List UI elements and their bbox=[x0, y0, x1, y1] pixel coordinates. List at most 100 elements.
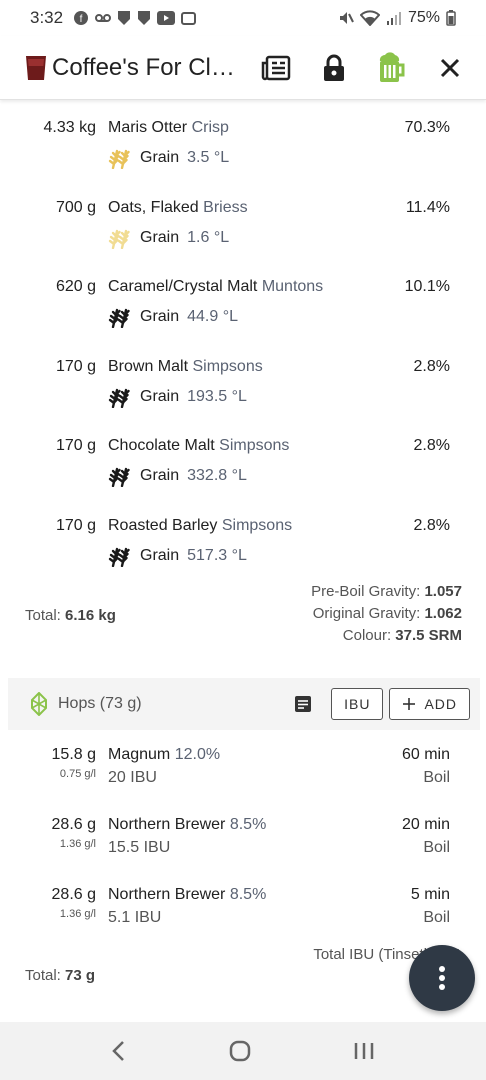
plus-icon bbox=[403, 698, 416, 710]
fermentable-row[interactable]: 620 g Caramel/Crystal Malt Muntons 10.1% Gr… bbox=[0, 278, 486, 348]
fermentable-type: Grain bbox=[140, 308, 180, 325]
hop-ibu: 15.5 IBU bbox=[108, 839, 171, 856]
mute-icon bbox=[339, 12, 354, 24]
recipe-content: 4.33 kg Maris Otter Crisp 70.3% Grain 3.5 °L… bbox=[0, 101, 486, 1022]
fermentable-name: Chocolate Malt Simpsons bbox=[108, 437, 290, 454]
fermentable-row[interactable]: 700 g Oats, Flaked Briess 11.4% Grain 1.6 °L bbox=[0, 199, 486, 269]
hop-use: Boil bbox=[423, 909, 450, 926]
home-icon[interactable] bbox=[229, 1040, 251, 1062]
fermentable-amount: 700 g bbox=[55, 198, 96, 216]
fermentable-amount: 4.33 kg bbox=[43, 119, 96, 136]
hop-alpha: 12.0% bbox=[174, 746, 221, 763]
hop-name: Magnum 12.0% bbox=[108, 746, 221, 763]
beer-button[interactable] bbox=[376, 51, 408, 84]
fermentable-row[interactable]: 170 g Brown Malt Simpsons 2.8% Grain 193.5 °… bbox=[0, 358, 486, 428]
fermentable-supplier: Briess bbox=[203, 198, 248, 216]
fermentable-details: Grain 44.9 °L bbox=[108, 306, 238, 328]
fermentable-supplier: Crisp bbox=[191, 119, 229, 136]
back-icon[interactable] bbox=[111, 1040, 127, 1062]
close-button[interactable] bbox=[434, 52, 466, 84]
facebook-icon: f bbox=[74, 11, 89, 25]
fermentable-color: 332.8 °L bbox=[187, 467, 247, 484]
fermentable-type: Grain bbox=[140, 387, 180, 405]
more-vert-icon bbox=[439, 966, 445, 990]
battery-percent: 75% bbox=[407, 9, 440, 26]
fermentable-amount: 620 g bbox=[55, 278, 96, 295]
hops-total: Total: 73 g bbox=[25, 967, 96, 984]
hop-alpha: 8.5% bbox=[229, 886, 267, 903]
fermentable-name: Caramel/Crystal Malt Muntons bbox=[108, 278, 324, 295]
hop-amount: 15.8 g bbox=[51, 746, 96, 763]
fermentable-name: Roasted Barley Simpsons bbox=[108, 516, 293, 534]
app-bar: Coffee's For Cl… bbox=[0, 36, 486, 100]
status-bar: 3:32 f 75% bbox=[0, 0, 486, 36]
fermentable-name: Brown Malt Simpsons bbox=[108, 357, 263, 375]
fermentable-percent: 2.8% bbox=[413, 516, 450, 534]
fermentable-color: 517.3 °L bbox=[187, 546, 247, 564]
close-icon bbox=[440, 58, 460, 77]
add-hop-button[interactable]: ADD bbox=[389, 688, 470, 720]
status-time: 3:32 bbox=[30, 8, 64, 27]
grain-icon bbox=[108, 308, 130, 328]
hop-time: 5 min bbox=[410, 886, 450, 903]
fermentable-color: 1.6 °L bbox=[187, 228, 230, 246]
hop-time: 60 min bbox=[401, 746, 450, 763]
grain-icon bbox=[108, 388, 130, 408]
fermentable-type: Grain bbox=[140, 467, 180, 484]
hop-amount: 28.6 g bbox=[51, 816, 96, 833]
status-right: 75% bbox=[338, 9, 456, 27]
fermentable-row[interactable]: 170 g Chocolate Malt Simpsons 2.8% Grain 332… bbox=[0, 437, 486, 507]
fermentable-amount: 170 g bbox=[55, 357, 96, 375]
colour: Colour: 37.5 SRM bbox=[342, 627, 462, 644]
notes-icon bbox=[261, 55, 291, 80]
fermentable-details: Grain 3.5 °L bbox=[108, 147, 229, 169]
fermentable-type: Grain bbox=[140, 149, 180, 166]
fermentable-supplier: Muntons bbox=[261, 278, 324, 295]
grain-icon bbox=[108, 229, 130, 249]
hop-ratio: 1.36 g/l bbox=[59, 838, 96, 850]
fermentable-row[interactable]: 170 g Roasted Barley Simpsons 2.8% Grain 517… bbox=[0, 517, 486, 587]
grain-icon bbox=[108, 149, 130, 169]
fermentable-row[interactable]: 4.33 kg Maris Otter Crisp 70.3% Grain 3.5 °L bbox=[0, 119, 486, 189]
fermentable-supplier: Simpsons bbox=[192, 357, 263, 375]
fermentable-supplier: Simpsons bbox=[219, 437, 290, 454]
fermentable-percent: 10.1% bbox=[404, 278, 450, 295]
hop-notes-button[interactable] bbox=[287, 688, 319, 720]
lock-icon bbox=[324, 54, 344, 81]
fermentable-name: Oats, Flaked Briess bbox=[108, 198, 248, 216]
grain-icon bbox=[108, 467, 130, 487]
grain-icon bbox=[108, 547, 130, 567]
hops-total-value: 73 g bbox=[65, 967, 96, 984]
hop-ratio: 1.36 g/l bbox=[59, 908, 96, 920]
fermentable-details: Grain 517.3 °L bbox=[108, 545, 247, 567]
hop-use: Boil bbox=[423, 769, 450, 786]
signal-icon bbox=[386, 12, 401, 25]
app-bar-actions bbox=[260, 51, 466, 84]
more-options-fab[interactable] bbox=[409, 945, 475, 1011]
fermentable-details: Grain 193.5 °L bbox=[108, 386, 247, 408]
fermentable-type: Grain bbox=[140, 546, 180, 564]
hops-section-header: Hops (73 g) IBU ADD bbox=[8, 678, 480, 730]
hop-use: Boil bbox=[423, 839, 450, 856]
recents-icon[interactable] bbox=[353, 1041, 375, 1061]
hop-row[interactable]: 28.6 g 1.36 g/l Northern Brewer 8.5% 15.5 I… bbox=[0, 816, 486, 872]
fermentable-color: 193.5 °L bbox=[187, 387, 247, 405]
fermentable-supplier: Simpsons bbox=[221, 516, 293, 534]
hop-ratio: 0.75 g/l bbox=[59, 768, 96, 780]
hop-row[interactable]: 15.8 g 0.75 g/l Magnum 12.0% 20 IBU 60 min Bo… bbox=[0, 746, 486, 802]
hop-name: Northern Brewer 8.5% bbox=[108, 886, 267, 903]
hop-row[interactable]: 28.6 g 1.36 g/l Northern Brewer 8.5% 5.1 IB… bbox=[0, 886, 486, 942]
add-label: ADD bbox=[424, 696, 457, 712]
lock-button[interactable] bbox=[318, 52, 350, 84]
fermentables-summary: Total: 6.16 kg Pre-Boil Gravity: 1.057 O… bbox=[0, 581, 486, 647]
notes-button[interactable] bbox=[260, 52, 292, 84]
beer-glass-icon bbox=[26, 55, 46, 80]
nhl-icon bbox=[118, 11, 131, 25]
svg-text:f: f bbox=[80, 14, 83, 25]
beer-mug-icon bbox=[379, 51, 405, 82]
hop-time: 20 min bbox=[401, 816, 450, 833]
hop-name: Northern Brewer 8.5% bbox=[108, 816, 267, 833]
ibu-button[interactable]: IBU bbox=[331, 688, 384, 720]
fermentable-percent: 11.4% bbox=[405, 198, 450, 216]
wifi-icon bbox=[359, 10, 380, 26]
